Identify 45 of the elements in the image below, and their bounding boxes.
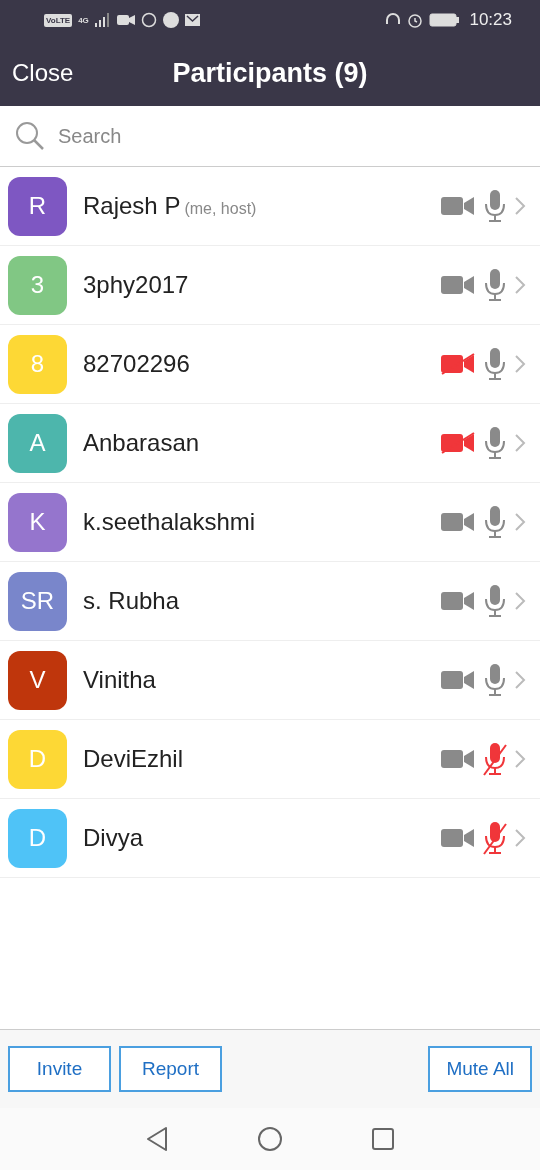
participant-role: (me, host) xyxy=(184,200,257,218)
recent-apps-icon[interactable] xyxy=(371,1127,395,1151)
footer-button[interactable]: Invite xyxy=(8,1046,111,1092)
back-icon[interactable] xyxy=(145,1126,169,1152)
clock-time: 10:23 xyxy=(469,10,512,30)
chevron-right-icon[interactable] xyxy=(514,749,526,769)
participant-name: 82702296 xyxy=(83,350,190,378)
participant-name: s. Rubha xyxy=(83,587,180,615)
avatar: D xyxy=(8,808,67,868)
close-button[interactable]: Close xyxy=(0,59,86,87)
screen-title: Participants (9) xyxy=(172,57,368,89)
chevron-right-icon[interactable] xyxy=(514,828,526,848)
chevron-right-icon[interactable] xyxy=(514,275,526,295)
avatar: D xyxy=(8,729,67,789)
avatar: R xyxy=(8,176,67,236)
home-icon[interactable] xyxy=(257,1126,283,1152)
participant-name: Divya xyxy=(83,824,143,852)
search-icon xyxy=(14,120,46,152)
avatar: A xyxy=(8,413,67,473)
volte-indicator: VoLTE xyxy=(44,13,73,27)
battery-icon xyxy=(429,13,460,27)
avatar: 8 xyxy=(8,334,67,394)
chevron-right-icon[interactable] xyxy=(514,433,526,453)
participant-name: DeviEzhil xyxy=(83,745,184,773)
participant-name: Rajesh P xyxy=(83,192,181,220)
participant-name: Vinitha xyxy=(83,666,156,694)
mute-all-button[interactable]: Mute All xyxy=(428,1046,532,1092)
participant-name: k.seethalakshmi xyxy=(83,508,256,536)
chevron-right-icon[interactable] xyxy=(514,670,526,690)
avatar: 3 xyxy=(8,255,67,315)
footer-button[interactable]: Report xyxy=(119,1046,222,1092)
participant-name: 3phy2017 xyxy=(83,271,189,299)
chevron-right-icon[interactable] xyxy=(514,512,526,532)
network-type: 4G xyxy=(78,15,89,25)
signal-icon xyxy=(94,13,111,27)
avatar: K xyxy=(8,492,67,552)
avatar: V xyxy=(8,650,67,710)
participant-name: Anbarasan xyxy=(83,429,200,457)
avatar: SR xyxy=(8,571,67,631)
alarm-clock-icon xyxy=(407,12,424,28)
chevron-right-icon[interactable] xyxy=(514,354,526,374)
mail-icon xyxy=(184,14,200,26)
chevron-right-icon[interactable] xyxy=(514,591,526,611)
video-camera-icon xyxy=(116,14,135,26)
chevron-right-icon[interactable] xyxy=(514,196,526,216)
